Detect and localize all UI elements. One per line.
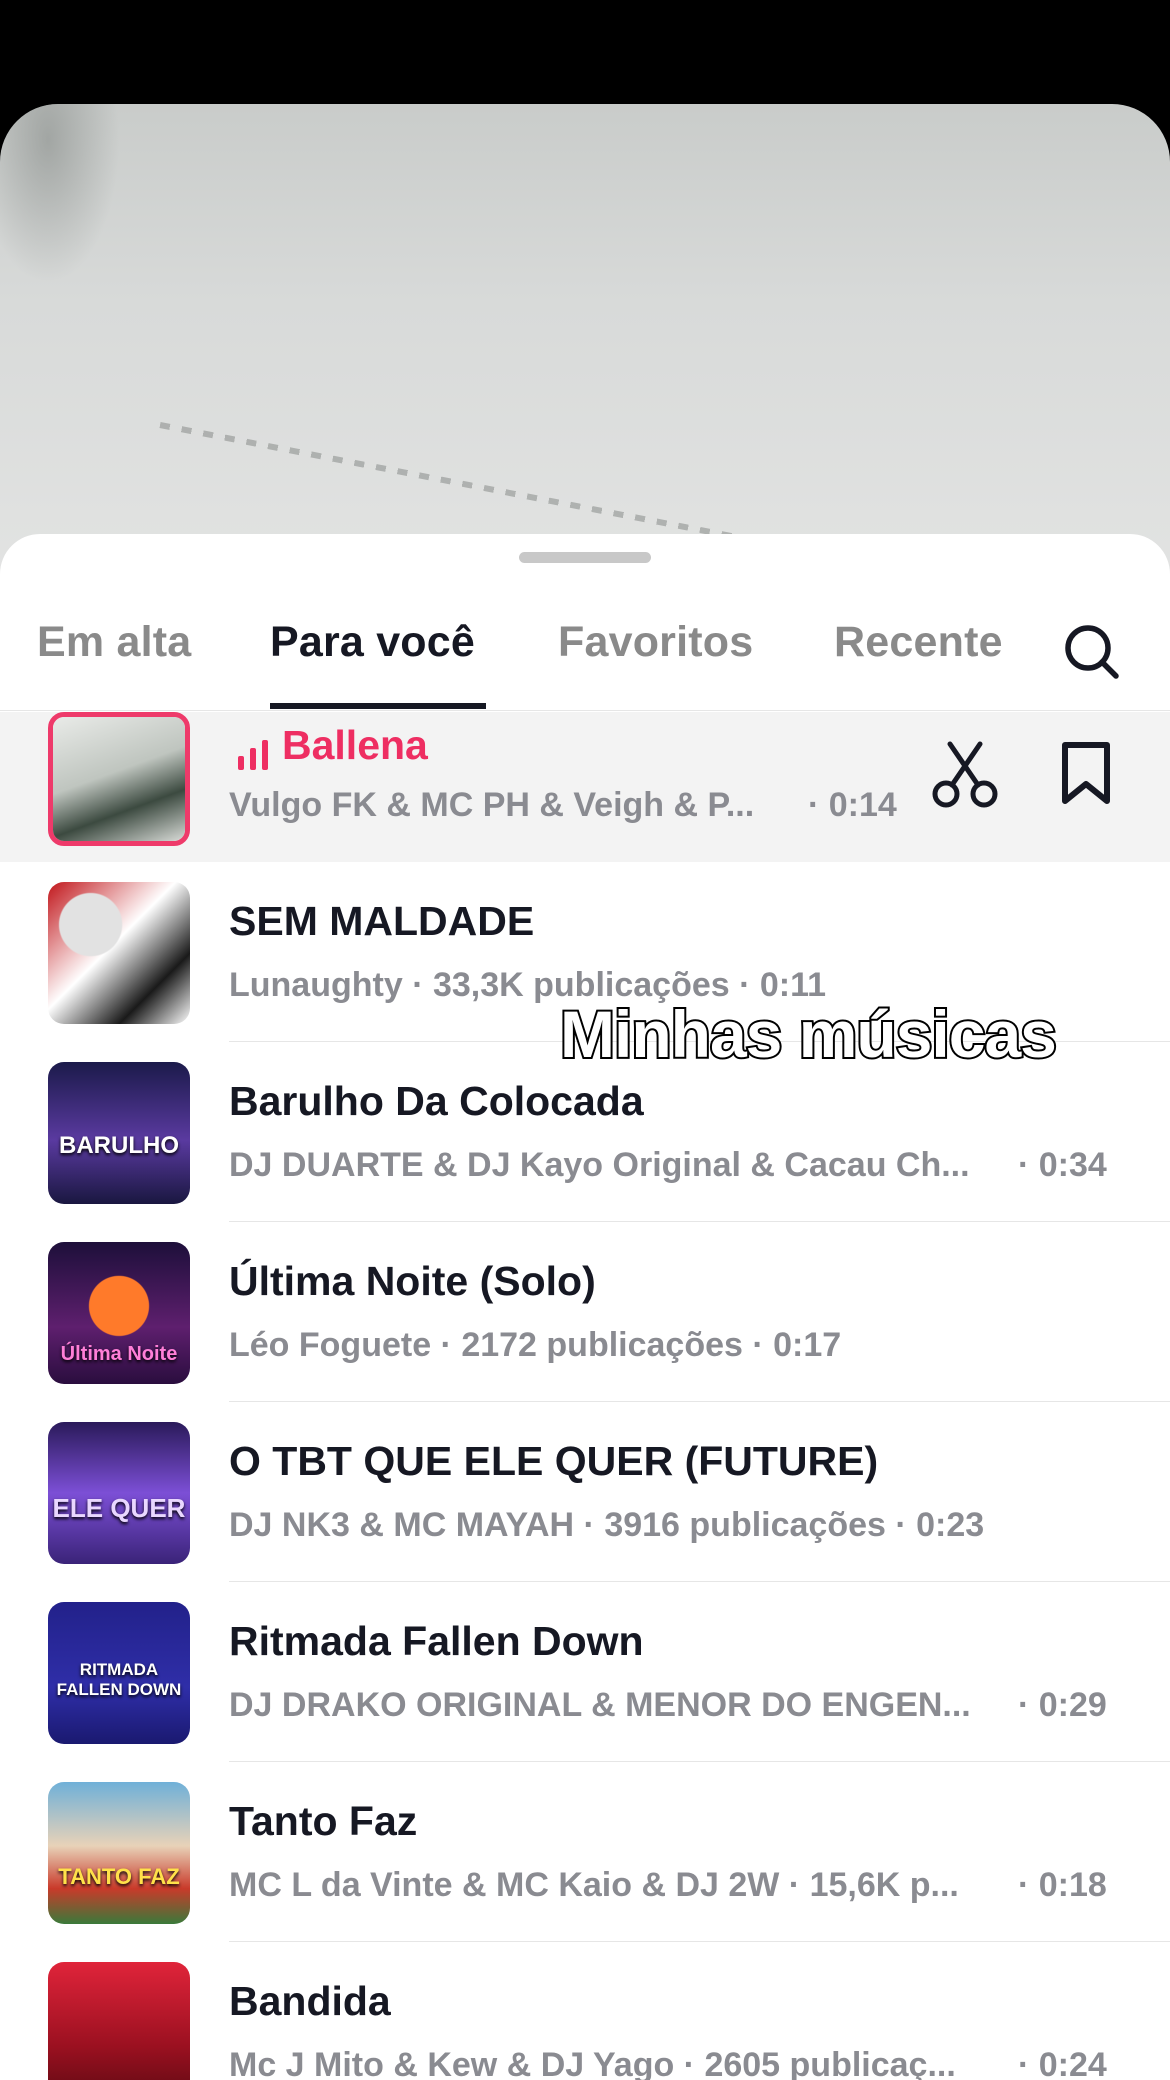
track-duration: · 0:29 [1018,1686,1107,1724]
music-tabs: Em alta Para você Favoritos Recente [0,600,1170,711]
track-row-ballena[interactable]: Ballena Vulgo FK & MC PH & Veigh & P... … [0,712,1170,862]
track-title: SEM MALDADE [229,898,535,944]
track-cover [48,1962,190,2080]
track-meta: DJ DUARTE & DJ Kayo Original & Cacau Ch.… [229,1146,970,1184]
tab-favoritos[interactable]: Favoritos [558,618,753,667]
scissors-icon[interactable] [930,740,1000,810]
music-sheet: Em alta Para você Favoritos Recente Ball… [0,534,1170,2080]
track-row-tbt[interactable]: ELE QUER O TBT QUE ELE QUER (FUTURE) DJ … [0,1402,1170,1582]
track-duration: · 0:18 [1018,1866,1107,1904]
track-row-ritmada[interactable]: RITMADA FALLEN DOWN Ritmada Fallen Down … [0,1582,1170,1762]
track-title: Tanto Faz [229,1798,418,1844]
sheet-grabber[interactable] [519,552,651,563]
track-meta: DJ NK3 & MC MAYAH · 3916 publicações · 0… [229,1506,985,1544]
track-row-tanto-faz[interactable]: TANTO FAZ Tanto Faz MC L da Vinte & MC K… [0,1762,1170,1942]
track-title: Ritmada Fallen Down [229,1618,644,1664]
tab-recente[interactable]: Recente [834,618,1003,667]
track-row-ultima-noite[interactable]: Última Noite Última Noite (Solo) Léo Fog… [0,1222,1170,1402]
track-title: Última Noite (Solo) [229,1258,596,1304]
track-meta: Vulgo FK & MC PH & Veigh & P... [229,786,755,824]
track-duration: · 0:34 [1018,1146,1107,1184]
tab-para-voce[interactable]: Para você [270,618,475,667]
playing-bars-icon [238,740,268,770]
track-meta: Léo Foguete · 2172 publicações · 0:17 [229,1326,842,1364]
tab-em-alta[interactable]: Em alta [37,618,191,667]
track-cover [48,712,190,846]
search-icon[interactable] [1060,620,1124,684]
video-preview [0,104,1170,604]
track-cover: Última Noite [48,1242,190,1384]
track-title: Ballena [282,722,428,768]
track-meta: DJ DRAKO ORIGINAL & MENOR DO ENGEN... [229,1686,971,1724]
bookmark-icon[interactable] [1058,740,1114,806]
track-cover: RITMADA FALLEN DOWN [48,1602,190,1744]
track-meta: MC L da Vinte & MC Kaio & DJ 2W · 15,6K … [229,1866,959,1904]
track-cover: ELE QUER [48,1422,190,1564]
track-cover: BARULHO [48,1062,190,1204]
track-cover [48,882,190,1024]
overlay-caption: Minhas músicas [558,995,1059,1073]
track-duration: · 0:14 [808,786,897,824]
track-title: O TBT QUE ELE QUER (FUTURE) [229,1438,879,1484]
track-title: Barulho Da Colocada [229,1078,644,1124]
track-meta: Mc J Mito & Kew & DJ Yago · 2605 publica… [229,2046,956,2080]
track-cover: TANTO FAZ [48,1782,190,1924]
preview-shade [0,104,120,284]
track-title: Bandida [229,1978,391,2024]
track-duration: · 0:24 [1018,2046,1107,2080]
active-tab-indicator [270,703,486,709]
track-row-bandida[interactable]: Bandida Mc J Mito & Kew & DJ Yago · 2605… [0,1942,1170,2080]
